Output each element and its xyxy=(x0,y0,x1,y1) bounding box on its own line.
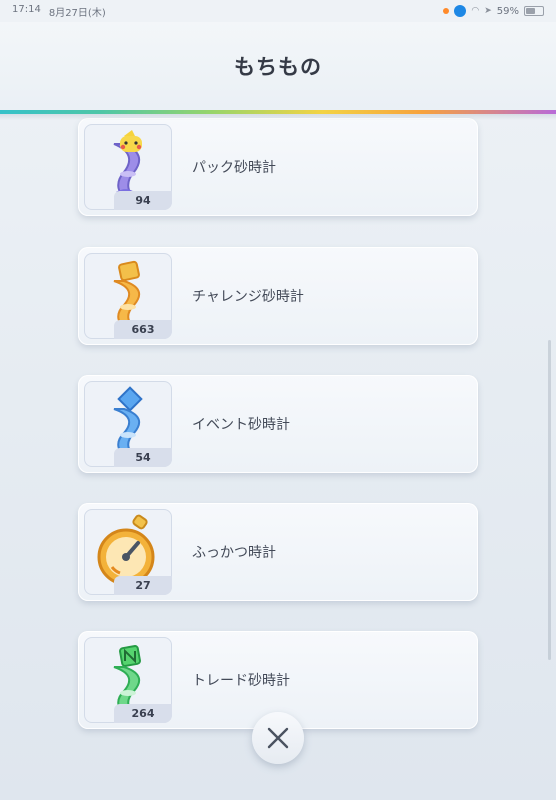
item-count: 663 xyxy=(114,320,172,339)
item-card-challenge-hourglass[interactable]: 663 チャレンジ砂時計 xyxy=(78,247,478,345)
item-card-event-hourglass[interactable]: 54 イベント砂時計 xyxy=(78,375,478,473)
item-icon-frame: 663 xyxy=(84,253,172,339)
item-count: 94 xyxy=(114,191,172,210)
item-list: 94 パック砂時計 663 チャレンジ砂時計 54 イベント砂時計 27 ふっか… xyxy=(0,0,556,800)
item-name: パック砂時計 xyxy=(192,160,276,176)
close-icon xyxy=(267,727,289,749)
item-count: 27 xyxy=(114,576,172,595)
item-name: トレード砂時計 xyxy=(192,673,290,689)
item-card-pack-hourglass[interactable]: 94 パック砂時計 xyxy=(78,118,478,216)
item-name: イベント砂時計 xyxy=(192,417,290,433)
item-name: ふっかつ時計 xyxy=(192,545,276,561)
item-name: チャレンジ砂時計 xyxy=(192,289,304,305)
item-icon-frame: 94 xyxy=(84,124,172,210)
item-icon-frame: 264 xyxy=(84,637,172,723)
item-count: 264 xyxy=(114,704,172,723)
scrollbar[interactable] xyxy=(548,340,551,660)
header-divider-shadow xyxy=(0,114,556,120)
item-icon-frame: 54 xyxy=(84,381,172,467)
item-card-revival-clock[interactable]: 27 ふっかつ時計 xyxy=(78,503,478,601)
item-icon-frame: 27 xyxy=(84,509,172,595)
close-button[interactable] xyxy=(252,712,304,764)
item-count: 54 xyxy=(114,448,172,467)
